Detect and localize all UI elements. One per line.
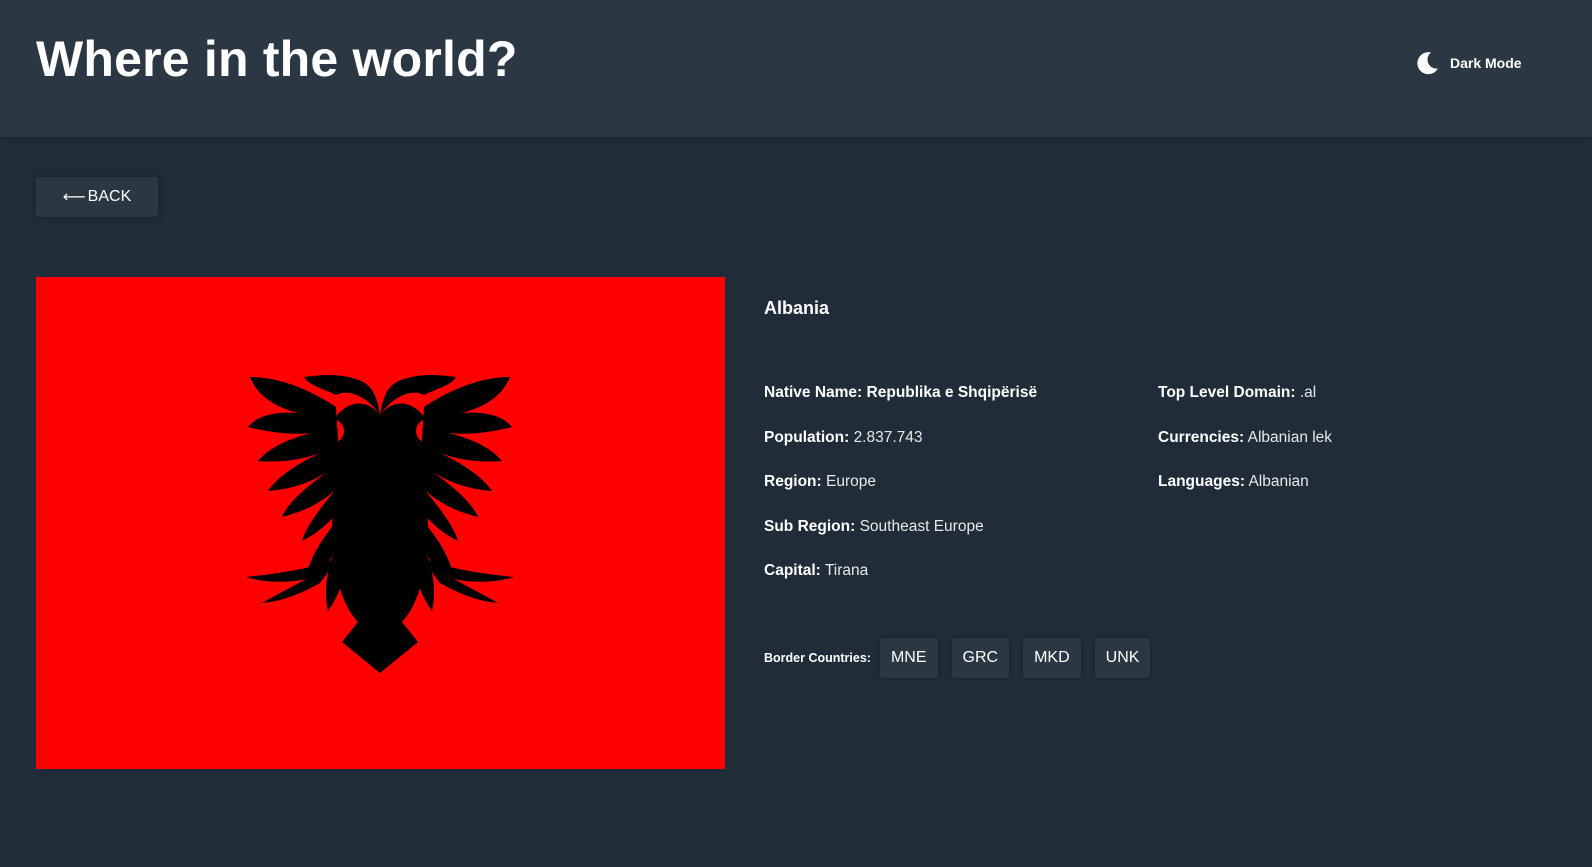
- country-flag: [36, 277, 725, 769]
- app-header: Where in the world? Dark Mode: [0, 0, 1592, 137]
- region-row: Region: Europe: [764, 473, 1037, 518]
- capital-row: Capital: Tirana: [764, 562, 1037, 607]
- dark-mode-label: Dark Mode: [1450, 55, 1522, 71]
- languages-row: Languages: Albanian: [1158, 473, 1332, 518]
- country-name: Albania: [764, 298, 830, 318]
- languages-value: Albanian: [1248, 473, 1309, 490]
- info-column-left: Native Name: Republika e Shqipërisë Popu…: [764, 384, 1037, 607]
- currencies-row: Currencies: Albanian lek: [1158, 429, 1332, 474]
- back-button[interactable]: ⟵ BACK: [36, 177, 158, 217]
- sub-region-row: Sub Region: Southeast Europe: [764, 518, 1037, 563]
- capital-value: Tirana: [824, 562, 869, 579]
- capital-label: Capital:: [764, 562, 821, 579]
- languages-label: Languages:: [1158, 473, 1245, 490]
- population-label: Population:: [764, 428, 850, 446]
- top-level-domain-row: Top Level Domain: .al: [1158, 384, 1332, 429]
- native-name-label: Native Name:: [764, 384, 863, 401]
- border-country-chip[interactable]: MKD: [1023, 638, 1081, 678]
- moon-icon: [1417, 52, 1438, 75]
- top-level-domain-label: Top Level Domain:: [1158, 384, 1296, 401]
- border-countries-label: Border Countries:: [764, 651, 871, 665]
- arrow-left-icon: ⟵: [62, 189, 86, 206]
- top-level-domain-value: .al: [1299, 384, 1317, 401]
- app-title: Where in the world?: [36, 31, 518, 87]
- border-country-chip[interactable]: MNE: [879, 638, 938, 678]
- dark-mode-toggle[interactable]: Dark Mode: [1414, 49, 1522, 77]
- border-country-chip[interactable]: UNK: [1094, 638, 1151, 678]
- region-label: Region:: [764, 473, 822, 490]
- population-value: 2.837.743: [853, 428, 923, 446]
- info-column-right: Top Level Domain: .al Currencies: Albani…: [1158, 384, 1332, 518]
- double-headed-eagle-icon: [36, 277, 725, 769]
- native-name-value: Republika e Shqipërisë: [866, 384, 1038, 401]
- sub-region-label: Sub Region:: [764, 517, 856, 535]
- currencies-label: Currencies:: [1158, 428, 1245, 446]
- region-value: Europe: [826, 473, 876, 490]
- back-button-label: BACK: [87, 188, 132, 205]
- sub-region-value: Southeast Europe: [859, 517, 984, 535]
- border-country-chip[interactable]: GRC: [951, 638, 1010, 678]
- border-countries: Border Countries: MNE GRC MKD UNK: [764, 638, 1164, 678]
- currencies-value: Albanian lek: [1247, 428, 1333, 446]
- native-name-row: Native Name: Republika e Shqipërisë: [764, 384, 1037, 429]
- population-row: Population: 2.837.743: [764, 429, 1037, 474]
